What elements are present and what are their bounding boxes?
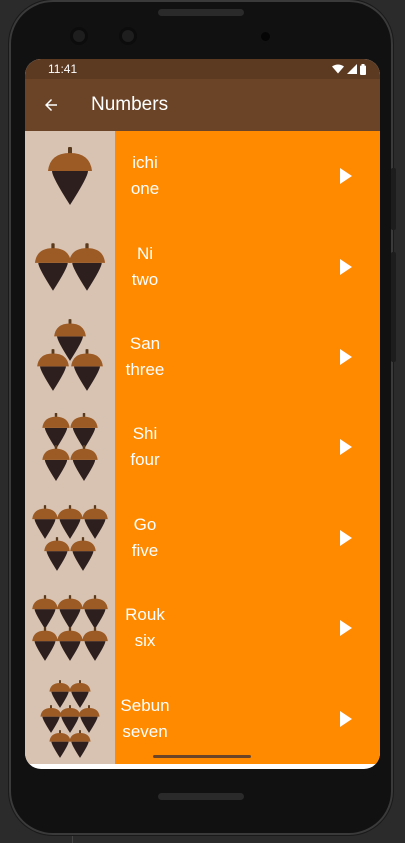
status-icons bbox=[332, 63, 366, 75]
acorn-image bbox=[25, 492, 115, 583]
japanese-word: ichi bbox=[132, 153, 158, 173]
english-word: three bbox=[125, 359, 165, 379]
number-text-cell: Ni two bbox=[115, 221, 380, 312]
number-row[interactable]: Sebun seven bbox=[25, 673, 380, 764]
number-row[interactable]: Shi four bbox=[25, 402, 380, 493]
back-button[interactable] bbox=[27, 79, 75, 131]
acorn-image bbox=[25, 131, 115, 222]
number-text-cell: Rouk six bbox=[115, 582, 380, 674]
acorn-icon bbox=[32, 595, 108, 661]
play-icon[interactable] bbox=[340, 258, 352, 275]
acorn-image bbox=[25, 673, 115, 764]
japanese-word: Shi bbox=[132, 424, 158, 444]
number-row[interactable]: Rouk six bbox=[25, 582, 380, 674]
status-bar: 11:41 bbox=[25, 59, 380, 79]
page-title: Numbers bbox=[91, 94, 169, 115]
acorn-icon bbox=[40, 679, 100, 758]
app-screen: 11:41 Numbers ichi one Ni two San three … bbox=[25, 59, 380, 769]
number-row[interactable]: Ni two bbox=[25, 221, 380, 312]
english-word: one bbox=[130, 179, 160, 199]
play-icon[interactable] bbox=[340, 348, 352, 365]
japanese-word: San bbox=[129, 333, 161, 353]
english-word: four bbox=[130, 450, 160, 470]
home-indicator[interactable] bbox=[153, 755, 251, 758]
bottom-speaker bbox=[158, 793, 244, 800]
app-bar: Numbers bbox=[25, 79, 380, 131]
number-words: Sebun seven bbox=[115, 693, 175, 745]
english-word: seven bbox=[122, 721, 168, 741]
japanese-word: Sebun bbox=[120, 695, 170, 715]
japanese-word: Rouk bbox=[125, 605, 165, 625]
front-sensor bbox=[73, 30, 85, 42]
number-words: ichi one bbox=[115, 150, 175, 202]
japanese-word: Go bbox=[133, 514, 157, 534]
acorn-image bbox=[25, 221, 115, 312]
number-words: Ni two bbox=[115, 241, 175, 293]
signal-icon bbox=[347, 64, 357, 74]
number-row[interactable]: San three bbox=[25, 311, 380, 403]
proximity-sensor bbox=[261, 32, 270, 41]
number-words: Rouk six bbox=[115, 602, 175, 654]
acorn-icon bbox=[37, 319, 103, 391]
play-icon[interactable] bbox=[340, 620, 352, 637]
number-text-cell: Shi four bbox=[115, 402, 380, 493]
status-time: 11:41 bbox=[48, 62, 78, 76]
acorn-icon bbox=[34, 242, 106, 291]
japanese-word: Ni bbox=[136, 243, 154, 263]
acorn-image bbox=[25, 582, 115, 674]
english-word: six bbox=[134, 631, 156, 651]
acorn-icon bbox=[48, 147, 92, 206]
number-words: Go five bbox=[115, 512, 175, 564]
arrow-back-icon bbox=[45, 99, 57, 111]
number-list: ichi one Ni two San three Shi four Go fi… bbox=[25, 131, 380, 764]
english-word: two bbox=[131, 269, 159, 289]
number-row[interactable]: ichi one bbox=[25, 131, 380, 222]
number-text-cell: ichi one bbox=[115, 131, 380, 222]
play-icon[interactable] bbox=[340, 710, 352, 727]
acorn-icon bbox=[32, 504, 108, 571]
english-word: five bbox=[131, 540, 159, 560]
number-words: San three bbox=[115, 331, 175, 383]
volume-button bbox=[391, 252, 396, 362]
play-icon[interactable] bbox=[340, 168, 352, 185]
acorn-image bbox=[25, 402, 115, 493]
number-text-cell: San three bbox=[115, 311, 380, 403]
front-camera bbox=[122, 30, 134, 42]
battery-icon bbox=[360, 63, 366, 75]
acorn-icon bbox=[42, 413, 98, 482]
number-row[interactable]: Go five bbox=[25, 492, 380, 583]
earpiece-speaker bbox=[158, 9, 244, 16]
number-words: Shi four bbox=[115, 421, 175, 473]
number-text-cell: Sebun seven bbox=[115, 673, 380, 764]
play-icon[interactable] bbox=[340, 439, 352, 456]
acorn-image bbox=[25, 311, 115, 403]
wifi-icon bbox=[332, 64, 344, 74]
number-text-cell: Go five bbox=[115, 492, 380, 583]
play-icon[interactable] bbox=[340, 529, 352, 546]
power-button bbox=[391, 168, 396, 230]
